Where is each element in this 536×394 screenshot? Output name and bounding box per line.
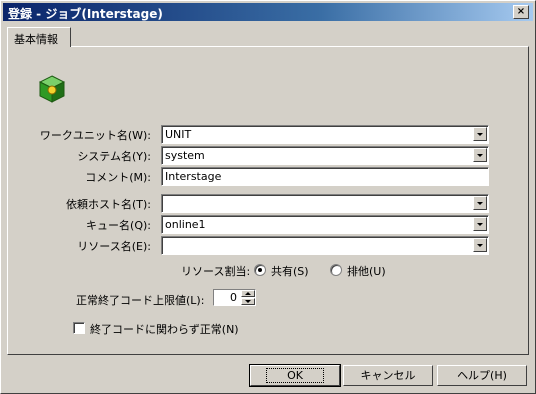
help-button[interactable]: ヘルプ(H) [437, 365, 527, 386]
chevron-down-icon[interactable] [473, 196, 487, 210]
radio-exclusive[interactable] [330, 264, 342, 276]
queue-value: online1 [165, 218, 206, 231]
host-combo[interactable] [161, 194, 489, 213]
exit-code-value: 0 [230, 291, 237, 304]
radio-exclusive-label[interactable]: 排他(U) [347, 263, 386, 279]
dialog-window: 登録 - ジョブ(Interstage) × 基本情報 ワークユニット名(W):… [0, 0, 536, 394]
queue-label: キュー名(Q): [86, 219, 151, 232]
radio-shared[interactable] [254, 264, 266, 276]
exit-code-label: 正常終了コード上限値(L): [76, 294, 205, 307]
system-combo[interactable]: system [161, 146, 489, 165]
system-value: system [165, 149, 205, 162]
tab-label: 基本情報 [14, 33, 58, 46]
cancel-button[interactable]: キャンセル [343, 365, 433, 386]
comment-label: コメント(M): [85, 171, 151, 184]
chevron-down-icon[interactable] [473, 238, 487, 252]
comment-field[interactable]: Interstage [161, 167, 489, 186]
always-normal-label[interactable]: 終了コードに関わらず正常(N) [90, 321, 239, 337]
green-cube-icon [39, 75, 65, 103]
resource-label: リソース名(E): [77, 240, 151, 253]
resource-alloc-label: リソース割当: [181, 265, 251, 278]
always-normal-checkbox[interactable] [73, 322, 85, 334]
ok-button[interactable]: OK [249, 364, 341, 387]
work-unit-label: ワークユニット名(W): [39, 129, 151, 142]
spin-up-icon[interactable] [241, 290, 255, 297]
radio-shared-label[interactable]: 共有(S) [271, 263, 309, 279]
title-bar[interactable]: 登録 - ジョブ(Interstage) × [3, 3, 533, 21]
chevron-down-icon[interactable] [473, 127, 487, 141]
chevron-down-icon[interactable] [473, 217, 487, 231]
exit-code-spinner[interactable]: 0 [213, 289, 256, 306]
work-unit-combo[interactable]: UNIT [161, 125, 489, 144]
system-label: システム名(Y): [77, 150, 151, 163]
host-label: 依頼ホスト名(T): [65, 198, 151, 211]
chevron-down-icon[interactable] [473, 148, 487, 162]
queue-combo[interactable]: online1 [161, 215, 489, 234]
window-title: 登録 - ジョブ(Interstage) [8, 7, 163, 21]
resource-combo[interactable] [161, 236, 489, 255]
comment-value: Interstage [165, 170, 222, 183]
spin-down-icon[interactable] [241, 298, 255, 305]
tab-basic-info[interactable]: 基本情報 [7, 27, 71, 47]
work-unit-value: UNIT [165, 128, 192, 141]
close-button[interactable]: × [513, 5, 529, 19]
ok-button-label: OK [266, 368, 324, 383]
